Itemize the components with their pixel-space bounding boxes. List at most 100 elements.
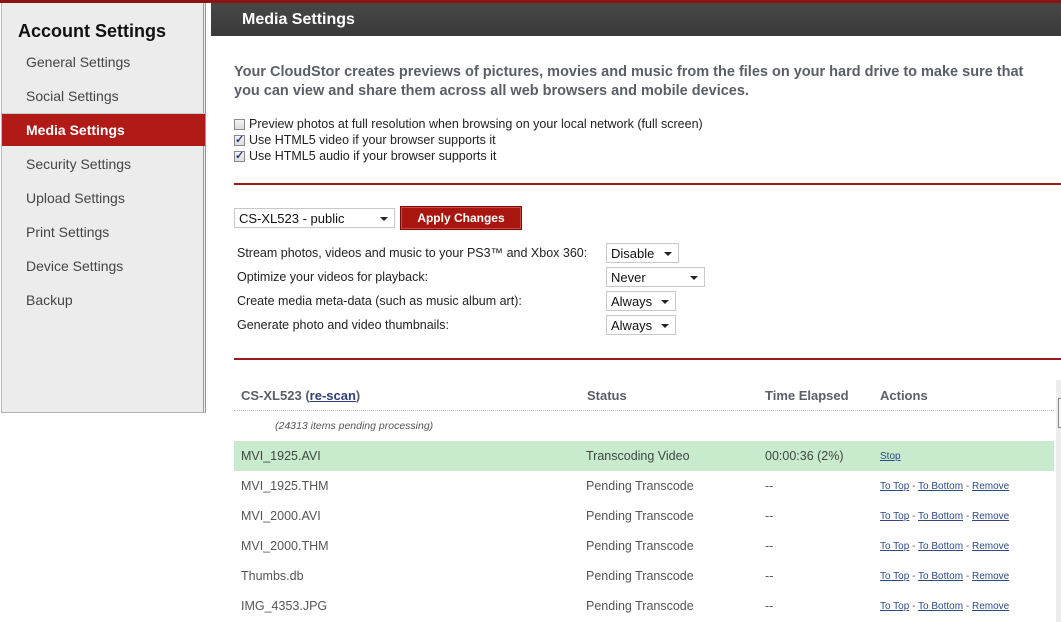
time-elapsed: -- <box>765 569 774 583</box>
to-top-link[interactable]: To Top <box>880 571 909 582</box>
separator: - <box>912 481 916 492</box>
checkbox-row-html5-video[interactable]: Use HTML5 video if your browser supports… <box>234 132 496 148</box>
file-status: Pending Transcode <box>586 569 694 583</box>
header-divider <box>234 410 1054 411</box>
stream-select-value: Disable <box>611 246 655 261</box>
file-status: Pending Transcode <box>586 509 694 523</box>
apply-changes-button[interactable]: Apply Changes <box>400 206 522 230</box>
checkbox-full-resolution[interactable] <box>234 119 245 130</box>
option-label-stream: Stream photos, videos and music to your … <box>237 246 588 260</box>
sidebar-item-device-settings[interactable]: Device Settings <box>2 250 205 282</box>
sidebar-item-print-settings[interactable]: Print Settings <box>2 216 205 248</box>
separator: - <box>965 511 970 522</box>
to-bottom-link[interactable]: To Bottom <box>918 511 963 522</box>
remove-link[interactable]: Remove <box>972 571 1009 582</box>
to-top-link[interactable]: To Top <box>880 481 909 492</box>
row-actions: To Top - To Bottom - Remove <box>880 541 1009 552</box>
thumbnails-select[interactable]: Always <box>606 315 676 335</box>
column-header-file: CS-XL523 (re-scan) <box>241 388 361 403</box>
file-name: IMG_4353.JPG <box>241 599 328 613</box>
section-divider <box>234 183 1061 185</box>
to-top-link[interactable]: To Top <box>880 601 909 612</box>
column-header-status: Status <box>587 388 627 403</box>
pending-note: (24313 items pending processing) <box>275 420 434 432</box>
column-header-actions: Actions <box>880 388 928 403</box>
to-top-link[interactable]: To Top <box>880 511 909 522</box>
intro-text: Your CloudStor creates previews of pictu… <box>234 63 1061 101</box>
sidebar-item-security-settings[interactable]: Security Settings <box>2 148 205 180</box>
to-bottom-link[interactable]: To Bottom <box>918 541 963 552</box>
to-bottom-link[interactable]: To Bottom <box>918 601 963 612</box>
row-actions: To Top - To Bottom - Remove <box>880 511 1009 522</box>
sidebar-title: Account Settings <box>18 21 167 41</box>
section-divider <box>234 358 1061 360</box>
table-row: Thumbs.db Pending Transcode -- To Top - … <box>234 561 1054 591</box>
time-elapsed: -- <box>765 509 774 523</box>
remove-link[interactable]: Remove <box>972 541 1009 552</box>
sidebar-item-upload-settings[interactable]: Upload Settings <box>2 182 205 214</box>
checkbox-html5-video[interactable] <box>234 132 245 148</box>
checkbox-label: Use HTML5 audio if your browser supports… <box>249 149 497 163</box>
row-actions: To Top - To Bottom - Remove <box>880 601 1009 612</box>
checkbox-html5-audio[interactable] <box>234 148 245 164</box>
column-header-time-elapsed: Time Elapsed <box>765 388 849 403</box>
to-top-link[interactable]: To Top <box>880 541 909 552</box>
stop-link[interactable]: Stop <box>880 451 901 462</box>
checkbox-row-full-resolution[interactable]: Preview photos at full resolution when b… <box>234 116 703 132</box>
chevron-down-icon <box>664 252 672 256</box>
chevron-down-icon <box>661 300 669 304</box>
table-row: MVI_2000.AVI Pending Transcode -- To Top… <box>234 501 1054 531</box>
intro-line-2: you can view and share them across all w… <box>234 83 749 99</box>
time-elapsed: -- <box>765 539 774 553</box>
rescan-link[interactable]: re-scan <box>310 388 356 403</box>
sidebar: Account Settings General Settings Social… <box>1 3 206 413</box>
metadata-select[interactable]: Always <box>606 291 676 311</box>
separator: - <box>965 571 970 582</box>
chevron-down-icon <box>690 276 698 280</box>
checkbox-label: Preview photos at full resolution when b… <box>249 117 703 131</box>
file-name: MVI_1925.AVI <box>241 449 321 463</box>
option-label-metadata: Create media meta-data (such as music al… <box>237 294 522 308</box>
table-row: MVI_1925.AVI Transcoding Video 00:00:36 … <box>234 441 1054 471</box>
optimize-select[interactable]: Never <box>606 267 705 287</box>
optimize-select-value: Never <box>611 270 646 285</box>
row-actions: To Top - To Bottom - Remove <box>880 481 1009 492</box>
row-actions: To Top - To Bottom - Remove <box>880 571 1009 582</box>
file-name: MVI_2000.THM <box>241 539 329 553</box>
sidebar-item-media-settings[interactable]: Media Settings <box>2 113 205 146</box>
file-status: Pending Transcode <box>586 539 694 553</box>
share-select[interactable]: CS-XL523 - public <box>234 208 395 228</box>
file-name: MVI_2000.AVI <box>241 509 321 523</box>
to-bottom-link[interactable]: To Bottom <box>918 571 963 582</box>
sidebar-item-general-settings[interactable]: General Settings <box>2 46 205 78</box>
option-label-optimize: Optimize your videos for playback: <box>237 270 429 284</box>
remove-link[interactable]: Remove <box>972 511 1009 522</box>
separator: - <box>912 601 916 612</box>
separator: - <box>965 601 970 612</box>
chevron-down-icon <box>661 324 669 328</box>
chevron-down-icon <box>380 217 388 221</box>
to-bottom-link[interactable]: To Bottom <box>918 481 963 492</box>
thumbnails-select-value: Always <box>611 318 653 333</box>
file-status: Pending Transcode <box>586 599 694 613</box>
stream-select[interactable]: Disable <box>606 243 679 263</box>
time-elapsed: -- <box>765 599 774 613</box>
option-label-thumbnails: Generate photo and video thumbnails: <box>237 318 449 332</box>
separator: - <box>912 511 916 522</box>
sidebar-item-social-settings[interactable]: Social Settings <box>2 80 205 112</box>
sidebar-item-backup[interactable]: Backup <box>2 284 205 316</box>
device-name: CS-XL523 <box>241 388 302 403</box>
page-header: Media Settings <box>211 3 1061 36</box>
file-name: Thumbs.db <box>241 569 304 583</box>
file-status: Pending Transcode <box>586 479 694 493</box>
file-name: MVI_1925.THM <box>241 479 329 493</box>
time-elapsed: 00:00:36 (2%) <box>765 449 844 463</box>
remove-link[interactable]: Remove <box>972 601 1009 612</box>
checkbox-row-html5-audio[interactable]: Use HTML5 audio if your browser supports… <box>234 148 496 164</box>
table-row: MVI_1925.THM Pending Transcode -- To Top… <box>234 471 1054 501</box>
remove-link[interactable]: Remove <box>972 481 1009 492</box>
metadata-select-value: Always <box>611 294 653 309</box>
checkbox-label: Use HTML5 video if your browser supports… <box>249 133 496 147</box>
share-select-value: CS-XL523 - public <box>239 211 345 226</box>
intro-line-1: Your CloudStor creates previews of pictu… <box>234 64 1024 80</box>
